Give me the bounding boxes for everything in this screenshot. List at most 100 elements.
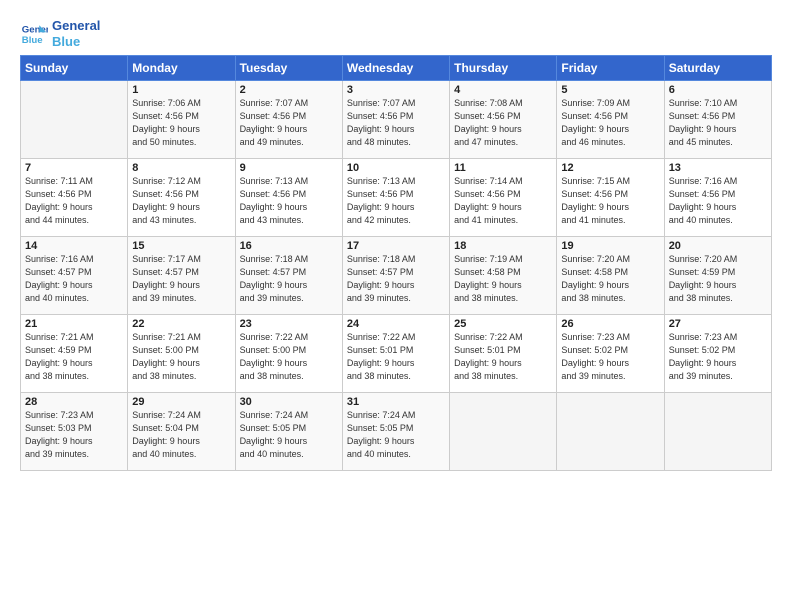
logo-icon: General Blue <box>20 20 48 48</box>
day-cell: 11Sunrise: 7:14 AMSunset: 4:56 PMDayligh… <box>450 159 557 237</box>
day-number: 27 <box>669 318 767 330</box>
day-number: 8 <box>132 162 230 174</box>
day-info: Sunrise: 7:19 AMSunset: 4:58 PMDaylight:… <box>454 253 552 305</box>
week-row-5: 28Sunrise: 7:23 AMSunset: 5:03 PMDayligh… <box>21 393 772 471</box>
day-number: 29 <box>132 396 230 408</box>
day-info: Sunrise: 7:12 AMSunset: 4:56 PMDaylight:… <box>132 175 230 227</box>
day-cell: 15Sunrise: 7:17 AMSunset: 4:57 PMDayligh… <box>128 237 235 315</box>
day-cell: 28Sunrise: 7:23 AMSunset: 5:03 PMDayligh… <box>21 393 128 471</box>
day-number: 20 <box>669 240 767 252</box>
svg-text:General: General <box>22 24 48 35</box>
header-day-saturday: Saturday <box>664 56 771 81</box>
day-number: 15 <box>132 240 230 252</box>
day-number: 4 <box>454 84 552 96</box>
calendar-body: 1Sunrise: 7:06 AMSunset: 4:56 PMDaylight… <box>21 81 772 471</box>
week-row-2: 7Sunrise: 7:11 AMSunset: 4:56 PMDaylight… <box>21 159 772 237</box>
svg-text:Blue: Blue <box>22 34 43 45</box>
calendar-table: SundayMondayTuesdayWednesdayThursdayFrid… <box>20 55 772 471</box>
day-info: Sunrise: 7:16 AMSunset: 4:57 PMDaylight:… <box>25 253 123 305</box>
day-info: Sunrise: 7:23 AMSunset: 5:02 PMDaylight:… <box>561 331 659 383</box>
header-day-friday: Friday <box>557 56 664 81</box>
day-number: 7 <box>25 162 123 174</box>
day-cell <box>557 393 664 471</box>
day-cell: 19Sunrise: 7:20 AMSunset: 4:58 PMDayligh… <box>557 237 664 315</box>
day-info: Sunrise: 7:24 AMSunset: 5:05 PMDaylight:… <box>347 409 445 461</box>
header-row: SundayMondayTuesdayWednesdayThursdayFrid… <box>21 56 772 81</box>
day-number: 25 <box>454 318 552 330</box>
day-info: Sunrise: 7:22 AMSunset: 5:01 PMDaylight:… <box>347 331 445 383</box>
day-number: 18 <box>454 240 552 252</box>
day-info: Sunrise: 7:09 AMSunset: 4:56 PMDaylight:… <box>561 97 659 149</box>
day-number: 24 <box>347 318 445 330</box>
day-info: Sunrise: 7:18 AMSunset: 4:57 PMDaylight:… <box>347 253 445 305</box>
day-info: Sunrise: 7:13 AMSunset: 4:56 PMDaylight:… <box>347 175 445 227</box>
day-info: Sunrise: 7:23 AMSunset: 5:03 PMDaylight:… <box>25 409 123 461</box>
header-day-thursday: Thursday <box>450 56 557 81</box>
day-number: 9 <box>240 162 338 174</box>
day-number: 2 <box>240 84 338 96</box>
day-cell: 5Sunrise: 7:09 AMSunset: 4:56 PMDaylight… <box>557 81 664 159</box>
page-header: General Blue General Blue <box>20 18 772 49</box>
header-day-monday: Monday <box>128 56 235 81</box>
calendar-header: SundayMondayTuesdayWednesdayThursdayFrid… <box>21 56 772 81</box>
day-cell: 24Sunrise: 7:22 AMSunset: 5:01 PMDayligh… <box>342 315 449 393</box>
day-cell: 18Sunrise: 7:19 AMSunset: 4:58 PMDayligh… <box>450 237 557 315</box>
day-cell: 25Sunrise: 7:22 AMSunset: 5:01 PMDayligh… <box>450 315 557 393</box>
day-info: Sunrise: 7:11 AMSunset: 4:56 PMDaylight:… <box>25 175 123 227</box>
week-row-4: 21Sunrise: 7:21 AMSunset: 4:59 PMDayligh… <box>21 315 772 393</box>
day-info: Sunrise: 7:07 AMSunset: 4:56 PMDaylight:… <box>240 97 338 149</box>
day-cell: 31Sunrise: 7:24 AMSunset: 5:05 PMDayligh… <box>342 393 449 471</box>
logo-text-general: General <box>52 18 100 34</box>
day-number: 19 <box>561 240 659 252</box>
day-number: 16 <box>240 240 338 252</box>
day-number: 12 <box>561 162 659 174</box>
day-number: 23 <box>240 318 338 330</box>
day-cell: 12Sunrise: 7:15 AMSunset: 4:56 PMDayligh… <box>557 159 664 237</box>
day-number: 6 <box>669 84 767 96</box>
week-row-3: 14Sunrise: 7:16 AMSunset: 4:57 PMDayligh… <box>21 237 772 315</box>
day-cell: 10Sunrise: 7:13 AMSunset: 4:56 PMDayligh… <box>342 159 449 237</box>
day-cell: 3Sunrise: 7:07 AMSunset: 4:56 PMDaylight… <box>342 81 449 159</box>
day-info: Sunrise: 7:20 AMSunset: 4:59 PMDaylight:… <box>669 253 767 305</box>
day-cell: 14Sunrise: 7:16 AMSunset: 4:57 PMDayligh… <box>21 237 128 315</box>
day-number: 30 <box>240 396 338 408</box>
week-row-1: 1Sunrise: 7:06 AMSunset: 4:56 PMDaylight… <box>21 81 772 159</box>
day-cell: 2Sunrise: 7:07 AMSunset: 4:56 PMDaylight… <box>235 81 342 159</box>
day-cell: 13Sunrise: 7:16 AMSunset: 4:56 PMDayligh… <box>664 159 771 237</box>
logo: General Blue General Blue <box>20 18 100 49</box>
day-cell: 8Sunrise: 7:12 AMSunset: 4:56 PMDaylight… <box>128 159 235 237</box>
day-number: 28 <box>25 396 123 408</box>
day-cell: 20Sunrise: 7:20 AMSunset: 4:59 PMDayligh… <box>664 237 771 315</box>
day-cell: 23Sunrise: 7:22 AMSunset: 5:00 PMDayligh… <box>235 315 342 393</box>
day-number: 13 <box>669 162 767 174</box>
day-cell: 4Sunrise: 7:08 AMSunset: 4:56 PMDaylight… <box>450 81 557 159</box>
day-info: Sunrise: 7:21 AMSunset: 4:59 PMDaylight:… <box>25 331 123 383</box>
day-cell: 27Sunrise: 7:23 AMSunset: 5:02 PMDayligh… <box>664 315 771 393</box>
day-cell: 30Sunrise: 7:24 AMSunset: 5:05 PMDayligh… <box>235 393 342 471</box>
day-info: Sunrise: 7:13 AMSunset: 4:56 PMDaylight:… <box>240 175 338 227</box>
day-cell <box>664 393 771 471</box>
day-info: Sunrise: 7:24 AMSunset: 5:05 PMDaylight:… <box>240 409 338 461</box>
day-number: 21 <box>25 318 123 330</box>
day-info: Sunrise: 7:20 AMSunset: 4:58 PMDaylight:… <box>561 253 659 305</box>
day-info: Sunrise: 7:22 AMSunset: 5:01 PMDaylight:… <box>454 331 552 383</box>
day-cell: 6Sunrise: 7:10 AMSunset: 4:56 PMDaylight… <box>664 81 771 159</box>
day-info: Sunrise: 7:24 AMSunset: 5:04 PMDaylight:… <box>132 409 230 461</box>
day-cell <box>450 393 557 471</box>
header-day-wednesday: Wednesday <box>342 56 449 81</box>
day-info: Sunrise: 7:17 AMSunset: 4:57 PMDaylight:… <box>132 253 230 305</box>
day-info: Sunrise: 7:21 AMSunset: 5:00 PMDaylight:… <box>132 331 230 383</box>
day-number: 22 <box>132 318 230 330</box>
day-cell: 7Sunrise: 7:11 AMSunset: 4:56 PMDaylight… <box>21 159 128 237</box>
day-cell <box>21 81 128 159</box>
day-info: Sunrise: 7:23 AMSunset: 5:02 PMDaylight:… <box>669 331 767 383</box>
day-info: Sunrise: 7:08 AMSunset: 4:56 PMDaylight:… <box>454 97 552 149</box>
day-cell: 29Sunrise: 7:24 AMSunset: 5:04 PMDayligh… <box>128 393 235 471</box>
day-number: 5 <box>561 84 659 96</box>
header-day-tuesday: Tuesday <box>235 56 342 81</box>
day-info: Sunrise: 7:10 AMSunset: 4:56 PMDaylight:… <box>669 97 767 149</box>
header-day-sunday: Sunday <box>21 56 128 81</box>
day-cell: 21Sunrise: 7:21 AMSunset: 4:59 PMDayligh… <box>21 315 128 393</box>
day-cell: 9Sunrise: 7:13 AMSunset: 4:56 PMDaylight… <box>235 159 342 237</box>
day-cell: 26Sunrise: 7:23 AMSunset: 5:02 PMDayligh… <box>557 315 664 393</box>
